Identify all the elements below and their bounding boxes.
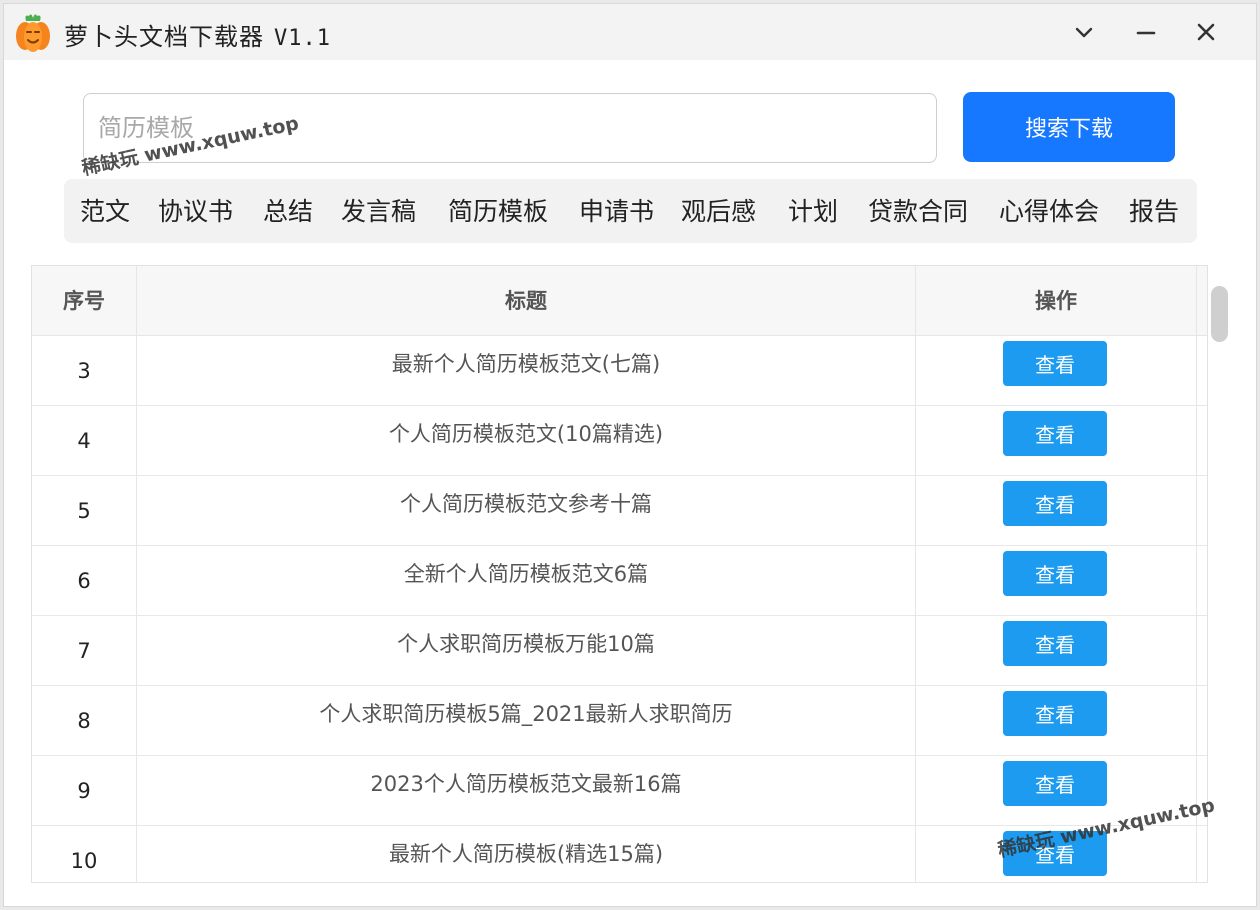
- view-button[interactable]: 查看: [1003, 341, 1107, 386]
- row-title: 2023个人简历模板范文最新16篇: [370, 772, 682, 796]
- table-row: 5 个人简历模板范文参考十篇 查看: [32, 476, 1207, 546]
- category-item[interactable]: 简历模板: [448, 192, 548, 228]
- row-index: 9: [77, 779, 91, 803]
- header-index: 序号: [63, 289, 105, 313]
- table-row: 6 全新个人简历模板范文6篇 查看: [32, 546, 1207, 616]
- category-item[interactable]: 心得体会: [999, 192, 1099, 228]
- header-title: 标题: [505, 289, 547, 313]
- chevron-down-icon: [1075, 27, 1093, 38]
- view-button[interactable]: 查看: [1003, 411, 1107, 456]
- row-title: 全新个人简历模板范文6篇: [403, 562, 649, 586]
- table-row: 9 2023个人简历模板范文最新16篇 查看: [32, 756, 1207, 826]
- category-item[interactable]: 申请书: [579, 192, 654, 228]
- category-item[interactable]: 贷款合同: [868, 192, 968, 228]
- app-window: 萝卜头文档下载器 V1.1 搜索下载 范文 协议书 总结 发言稿 简历模板 申请书…: [3, 3, 1257, 907]
- row-title: 个人简历模板范文参考十篇: [400, 492, 652, 516]
- row-index: 5: [77, 499, 91, 523]
- row-index: 8: [77, 709, 91, 733]
- minimize-button[interactable]: [1124, 12, 1168, 52]
- table-row: 7 个人求职简历模板万能10篇 查看: [32, 616, 1207, 686]
- view-button[interactable]: 查看: [1003, 551, 1107, 596]
- close-icon: [1197, 23, 1215, 41]
- category-item[interactable]: 报告: [1129, 192, 1179, 228]
- column-divider: [136, 266, 137, 882]
- category-bar: 范文 协议书 总结 发言稿 简历模板 申请书 观后感 计划 贷款合同 心得体会 …: [64, 179, 1197, 243]
- column-divider: [1196, 266, 1197, 882]
- category-item[interactable]: 总结: [263, 192, 313, 228]
- row-index: 7: [77, 639, 91, 663]
- view-button[interactable]: 查看: [1003, 481, 1107, 526]
- collapse-button[interactable]: [1062, 12, 1106, 52]
- row-index: 6: [77, 569, 91, 593]
- category-item[interactable]: 协议书: [158, 192, 233, 228]
- category-item[interactable]: 范文: [80, 192, 130, 228]
- minimize-icon: [1136, 31, 1156, 35]
- view-button[interactable]: 查看: [1003, 761, 1107, 806]
- row-index: 10: [70, 849, 98, 873]
- table-header: 序号 标题 操作: [32, 266, 1207, 336]
- row-title: 最新个人简历模板范文(七篇): [391, 352, 661, 376]
- row-title: 个人求职简历模板万能10篇: [397, 632, 655, 656]
- row-title: 个人简历模板范文(10篇精选): [388, 422, 664, 446]
- app-version: V1.1: [274, 26, 331, 51]
- scrollbar-thumb[interactable]: [1211, 286, 1228, 342]
- close-button[interactable]: [1184, 12, 1228, 52]
- title-bar: 萝卜头文档下载器 V1.1: [4, 4, 1256, 60]
- category-item[interactable]: 发言稿: [341, 192, 416, 228]
- results-table: 序号 标题 操作 3 最新个人简历模板范文(七篇) 查看 4 个人简历模板范文(…: [31, 265, 1208, 883]
- view-button[interactable]: 查看: [1003, 691, 1107, 736]
- column-divider: [915, 266, 916, 882]
- table-row: 3 最新个人简历模板范文(七篇) 查看: [32, 336, 1207, 406]
- search-download-button[interactable]: 搜索下载: [963, 92, 1175, 162]
- app-title: 萝卜头文档下载器 V1.1: [64, 17, 331, 52]
- table-row: 8 个人求职简历模板5篇_2021最新人求职简历 查看: [32, 686, 1207, 756]
- row-index: 3: [77, 359, 91, 383]
- row-title: 个人求职简历模板5篇_2021最新人求职简历: [319, 702, 733, 726]
- row-index: 4: [77, 429, 91, 453]
- table-row: 4 个人简历模板范文(10篇精选) 查看: [32, 406, 1207, 476]
- carrot-logo-icon: [16, 14, 50, 52]
- app-title-text: 萝卜头文档下载器: [64, 23, 264, 51]
- view-button[interactable]: 查看: [1003, 621, 1107, 666]
- row-title: 最新个人简历模板(精选15篇): [388, 842, 664, 866]
- header-action: 操作: [1035, 289, 1077, 313]
- category-item[interactable]: 观后感: [681, 192, 756, 228]
- category-item[interactable]: 计划: [788, 192, 838, 228]
